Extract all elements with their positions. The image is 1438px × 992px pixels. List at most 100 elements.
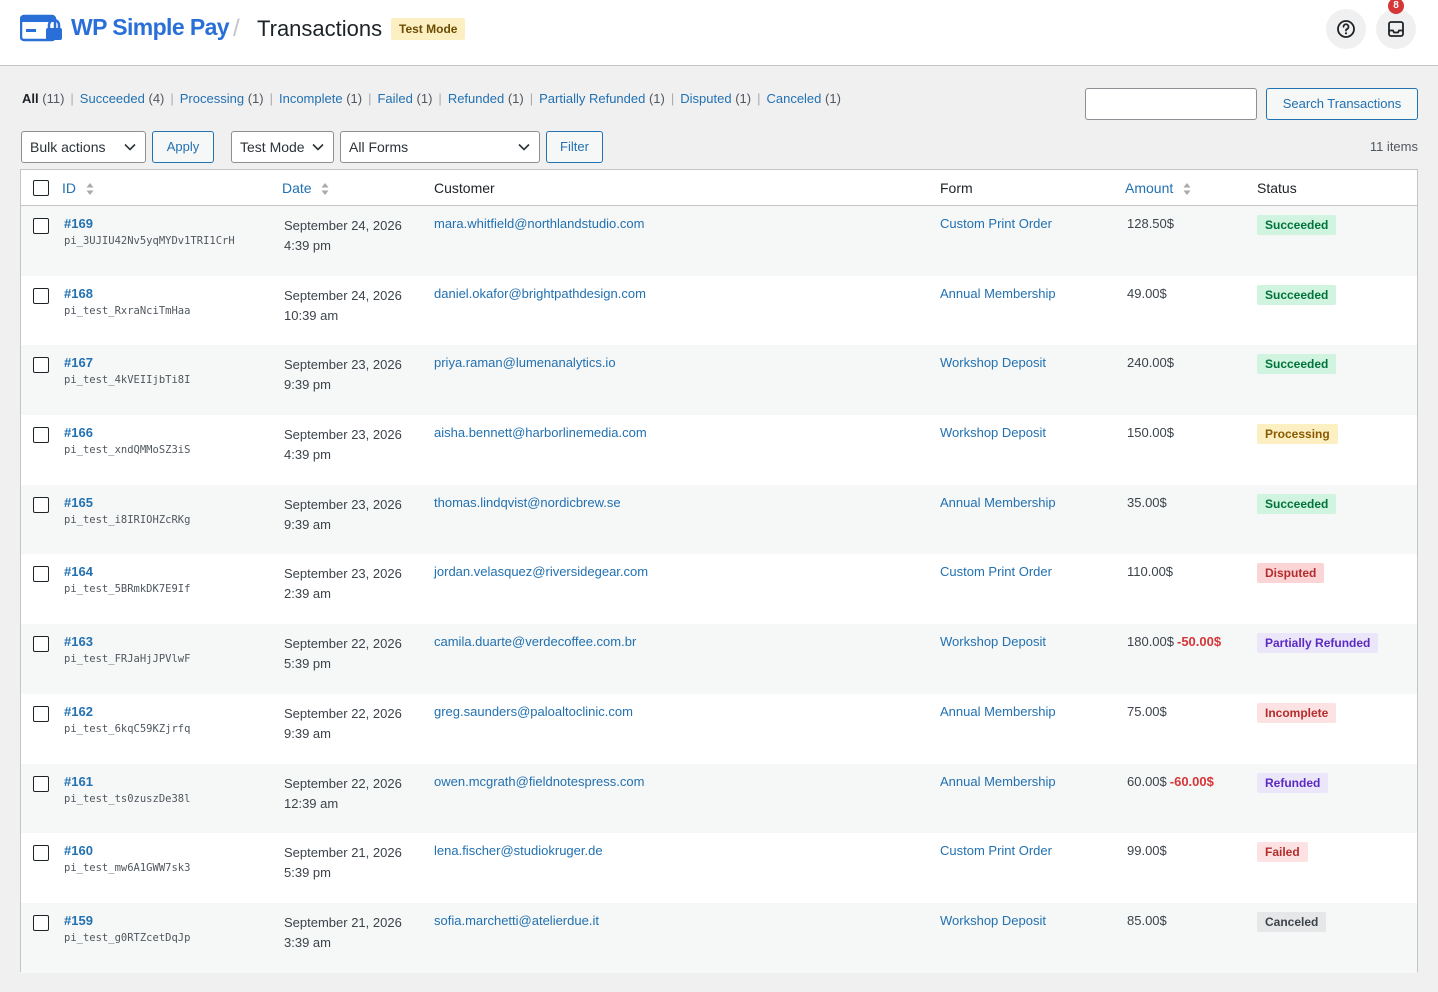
bulk-actions-select[interactable]: Bulk actions (21, 131, 146, 163)
filter-button[interactable]: Filter (546, 131, 603, 163)
status-filter-refunded[interactable]: Refunded (1) (448, 91, 524, 106)
row-checkbox[interactable] (33, 287, 49, 304)
status-filter-succeeded[interactable]: Succeeded (4) (80, 91, 165, 106)
help-button[interactable] (1326, 9, 1366, 49)
status-filter-label[interactable]: Refunded (448, 91, 504, 106)
transaction-id-link[interactable]: #167 (64, 355, 190, 370)
transaction-id-link[interactable]: #160 (64, 843, 190, 858)
status-filter-label[interactable]: Partially Refunded (539, 91, 645, 106)
amount-value: 60.00$ (1127, 773, 1167, 789)
notifications-button[interactable] (1376, 9, 1416, 49)
amount-value: 180.00$ (1127, 634, 1174, 650)
mode-select-value: Test Mode (240, 139, 305, 155)
brand-name[interactable]: WP Simple Pay (71, 14, 230, 41)
status-filter-partially-refunded[interactable]: Partially Refunded (1) (539, 91, 665, 106)
date-cell: September 21, 2026 3:39 am (284, 913, 402, 953)
column-date[interactable]: Date (282, 180, 329, 196)
customer-email-link[interactable]: jordan.velasquez@riversidegear.com (434, 564, 648, 579)
search-transactions-button[interactable]: Search Transactions (1266, 88, 1418, 120)
transaction-id-link[interactable]: #161 (64, 774, 190, 789)
time-value: 4:39 pm (284, 238, 331, 253)
column-id[interactable]: ID (62, 180, 94, 196)
customer-email-link[interactable]: greg.saunders@paloaltoclinic.com (434, 704, 633, 719)
form-link[interactable]: Custom Print Order (940, 216, 1052, 231)
transaction-id-link[interactable]: #163 (64, 634, 190, 649)
form-link[interactable]: Workshop Deposit (940, 913, 1046, 928)
status-filter-label[interactable]: Processing (180, 91, 244, 106)
filter-separator: | (438, 91, 442, 106)
transaction-id-cell: #168 pi_test_RxraNciTmHaa (64, 286, 190, 317)
customer-email-link[interactable]: sofia.marchetti@atelierdue.it (434, 913, 599, 928)
transaction-id-link[interactable]: #165 (64, 495, 190, 510)
table-row: #162 pi_test_6kqC59KZjrfq September 22, 20… (21, 694, 1417, 764)
status-filter-count: (1) (346, 91, 363, 106)
status-filter-label[interactable]: Incomplete (279, 91, 343, 106)
column-amount[interactable]: Amount (1125, 180, 1191, 196)
form-link[interactable]: Custom Print Order (940, 843, 1052, 858)
apply-button[interactable]: Apply (152, 131, 214, 163)
customer-email-link[interactable]: priya.raman@lumenanalytics.io (434, 355, 616, 370)
row-checkbox[interactable] (33, 636, 49, 653)
search-input[interactable] (1085, 88, 1257, 120)
row-checkbox[interactable] (33, 496, 49, 513)
date-cell: September 24, 2026 10:39 am (284, 286, 402, 326)
form-link[interactable]: Custom Print Order (940, 564, 1052, 579)
row-checkbox[interactable] (33, 914, 49, 931)
status-filter-label[interactable]: Disputed (680, 91, 731, 106)
payment-intent-id: pi_test_xndQMMoSZ3iS (64, 444, 191, 457)
form-link[interactable]: Annual Membership (940, 704, 1056, 719)
transaction-id-link[interactable]: #169 (64, 216, 235, 231)
date-value: September 23, 2026 (284, 427, 402, 443)
customer-email-link[interactable]: lena.fischer@studiokruger.de (434, 843, 603, 858)
status-filter-disputed[interactable]: Disputed (1) (680, 91, 751, 106)
transaction-id-cell: #159 pi_test_g0RTZcetDqJp (64, 913, 190, 944)
status-filter-all[interactable]: All (11) (22, 91, 64, 106)
status-filter-label[interactable]: Canceled (766, 91, 821, 106)
form-link[interactable]: Annual Membership (940, 286, 1056, 301)
transaction-id-link[interactable]: #168 (64, 286, 190, 301)
status-filter-canceled[interactable]: Canceled (1) (766, 91, 840, 106)
amount-value: 128.50$ (1127, 216, 1174, 231)
payment-intent-id: pi_3UJIU42Nv5yqMYDv1TRI1CrH (64, 235, 235, 247)
status-filter-label[interactable]: Failed (377, 91, 412, 106)
mode-select[interactable]: Test Mode (231, 131, 334, 163)
table-row: #169 pi_3UJIU42Nv5yqMYDv1TRI1CrH September… (21, 206, 1417, 276)
row-checkbox[interactable] (33, 775, 49, 792)
transactions-table: ID Date Customer Form Amount Status #169… (20, 169, 1418, 973)
form-link[interactable]: Annual Membership (940, 495, 1056, 510)
status-filter-incomplete[interactable]: Incomplete (1) (279, 91, 362, 106)
transaction-id-link[interactable]: #162 (64, 704, 190, 719)
customer-email-link[interactable]: thomas.lindqvist@nordicbrew.se (434, 495, 621, 510)
date-value: September 22, 2026 (284, 775, 402, 791)
status-filter-label[interactable]: Succeeded (80, 91, 145, 106)
row-checkbox[interactable] (33, 218, 49, 234)
table-row: #166 pi_test_xndQMMoSZ3iS September 23, 20… (21, 415, 1417, 485)
customer-email-link[interactable]: owen.mcgrath@fieldnotespress.com (434, 774, 644, 789)
date-value: September 23, 2026 (284, 357, 402, 373)
customer-email-link[interactable]: daniel.okafor@brightpathdesign.com (434, 286, 646, 301)
form-link[interactable]: Annual Membership (940, 774, 1056, 789)
row-checkbox[interactable] (33, 357, 49, 374)
select-all-checkbox[interactable] (33, 180, 49, 196)
form-link[interactable]: Workshop Deposit (940, 634, 1046, 649)
status-filter-failed[interactable]: Failed (1) (377, 91, 432, 106)
row-checkbox[interactable] (33, 705, 49, 722)
row-checkbox[interactable] (33, 845, 49, 862)
inbox-icon (1388, 21, 1404, 37)
transaction-id-link[interactable]: #159 (64, 913, 190, 928)
transaction-id-link[interactable]: #164 (64, 564, 190, 579)
refund-amount: -60.00$ (1169, 773, 1214, 789)
row-checkbox[interactable] (33, 427, 49, 444)
customer-email-link[interactable]: aisha.bennett@harborlinemedia.com (434, 425, 647, 440)
status-filter-processing[interactable]: Processing (1) (180, 91, 264, 106)
customer-email-link[interactable]: camila.duarte@verdecoffee.com.br (434, 634, 636, 649)
form-link[interactable]: Workshop Deposit (940, 425, 1046, 440)
customer-email-link[interactable]: mara.whitfield@northlandstudio.com (434, 216, 644, 231)
transaction-id-link[interactable]: #166 (64, 425, 190, 440)
row-checkbox[interactable] (33, 566, 49, 583)
form-link[interactable]: Workshop Deposit (940, 355, 1046, 370)
time-value: 5:39 pm (284, 865, 331, 881)
status-cell: Partially Refunded (1257, 633, 1379, 654)
forms-select[interactable]: All Forms (340, 131, 540, 163)
column-id-label: ID (62, 180, 76, 196)
